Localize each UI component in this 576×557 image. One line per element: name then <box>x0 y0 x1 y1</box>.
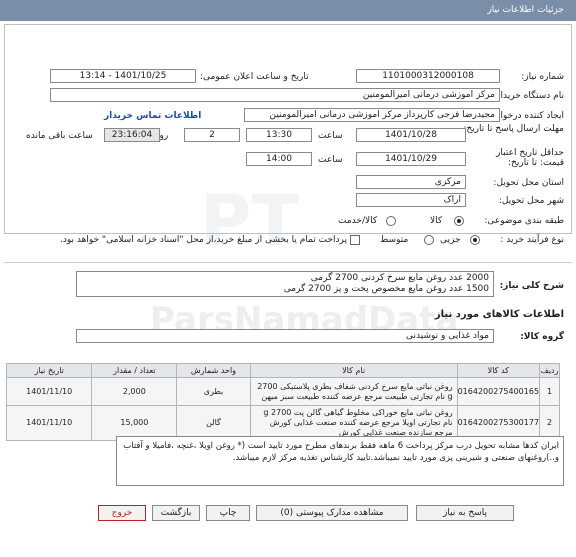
remaining-label: ساعت باقی مانده <box>26 131 93 141</box>
cell-qty: 2,000 <box>91 377 178 406</box>
treasury-payment-checkbox[interactable] <box>350 235 360 245</box>
process-medium-label: متوسط <box>380 235 409 245</box>
goods-group-field: مواد غذایی و نوشیدنی <box>76 329 494 343</box>
deadline-time-field: 13:30 <box>246 128 312 142</box>
cell-date: 1401/11/10 <box>5 405 93 441</box>
buyer-contact-link[interactable]: اطلاعات تماس خریدار <box>104 111 201 121</box>
province-label: استان محل تحویل: <box>493 178 564 188</box>
cell-date: 1401/11/10 <box>5 377 93 406</box>
city-label: شهر محل تحویل: <box>498 196 564 206</box>
back-button[interactable]: بازگشت <box>152 505 200 521</box>
buyer-org-field: مرکز اموزشی درمانی امیرالمومنین <box>50 88 500 102</box>
exit-button[interactable]: خروج <box>98 505 146 521</box>
summary-field: 2000 عدد روغن مایع سرخ کردنی 2700 گرمی 1… <box>76 271 494 297</box>
city-field: اراک <box>356 193 466 207</box>
col-qty: تعداد / مقدار <box>91 363 178 378</box>
validity-time-field: 14:00 <box>246 152 312 166</box>
col-name: نام کالا <box>249 363 458 378</box>
need-number-field: 1101000312000108 <box>356 69 500 83</box>
goods-group-label: گروه کالا: <box>520 332 564 342</box>
category-goods-radio[interactable] <box>454 216 464 226</box>
cell-code: 0164200275400165 <box>456 377 541 406</box>
remaining-time-field: 23:16:04 <box>104 128 160 142</box>
process-minor-radio[interactable] <box>470 235 480 245</box>
process-minor-label: جزیی <box>440 235 461 245</box>
days-remaining-field: 2 <box>184 128 240 142</box>
category-label: طبقه بندی موضوعی: <box>484 216 564 226</box>
category-goods-service-radio[interactable] <box>386 216 396 226</box>
summary-line-2: 1500 عدد روغن مایع مخصوص پخت و پز 2700 گ… <box>283 284 489 294</box>
col-row: ردیف <box>539 363 560 378</box>
process-medium-radio[interactable] <box>424 235 434 245</box>
creator-field: مجیدرضا فرجی کارپرداز مرکز اموزشی درمانی… <box>244 108 500 122</box>
announce-label: تاریخ و ساعت اعلان عمومی: <box>200 72 309 82</box>
col-code: کد کالا <box>456 363 541 378</box>
view-attachments-button[interactable]: مشاهده مدارک پیوستی (0) <box>256 505 408 521</box>
treasury-payment-text: پرداخت تمام یا بخشی از مبلغ خرید،از محل … <box>60 235 348 245</box>
validity-date-field: 1401/10/29 <box>356 152 466 166</box>
category-goods-service-label: کالا/خدمت <box>338 216 378 226</box>
summary-label: شرح کلی نیاز: <box>499 281 564 291</box>
need-number-label: شماره نیاز: <box>521 72 564 82</box>
validity-label-2: قیمت: تا تاریخ: <box>508 158 564 168</box>
col-unit: واحد شمارش <box>176 363 251 378</box>
deadline-label: مهلت ارسال پاسخ تا تاریخ: <box>463 124 564 134</box>
divider <box>4 262 572 263</box>
category-goods-label: کالا <box>430 216 443 226</box>
page-title: جزئیات اطلاعات نیاز <box>487 5 564 15</box>
print-button[interactable]: چاپ <box>206 505 250 521</box>
cell-name: روغن نباتی مایع سرخ کردنی شفاف بطری پلاس… <box>249 377 458 406</box>
deadline-date-field: 1401/10/28 <box>356 128 466 142</box>
announce-field: 1401/10/25 - 13:14 <box>50 69 196 83</box>
deadline-time-label: ساعت <box>318 131 343 141</box>
reply-button[interactable]: پاسخ به نیاز <box>416 505 514 521</box>
goods-section-title: اطلاعات کالاهای مورد نیاز <box>434 309 564 320</box>
table-row[interactable]: 1 0164200275400165 روغن نباتی مایع سرخ ک… <box>5 377 560 406</box>
page-header: جزئیات اطلاعات نیاز <box>0 0 576 21</box>
table-header-row: ردیف کد کالا نام کالا واحد شمارش تعداد /… <box>5 363 560 378</box>
validity-label-1: حداقل تاریخ اعتبار <box>496 148 564 158</box>
cell-row: 1 <box>539 377 560 406</box>
buyer-notes: ایران کدها مشابه تحویل درب مرکز پرداخت 6… <box>116 436 564 486</box>
validity-time-label: ساعت <box>318 155 343 165</box>
col-date: تاریخ نیاز <box>5 363 93 378</box>
buyer-org-label: نام دستگاه خریدار: <box>493 91 564 101</box>
province-field: مرکزی <box>356 175 466 189</box>
summary-line-1: 2000 عدد روغن مایع سرخ کردنی 2700 گرمی <box>310 273 489 283</box>
process-label: نوع فرآیند خرید : <box>500 235 564 245</box>
cell-unit: بطری <box>176 377 251 406</box>
goods-table: ردیف کد کالا نام کالا واحد شمارش تعداد /… <box>5 363 560 441</box>
